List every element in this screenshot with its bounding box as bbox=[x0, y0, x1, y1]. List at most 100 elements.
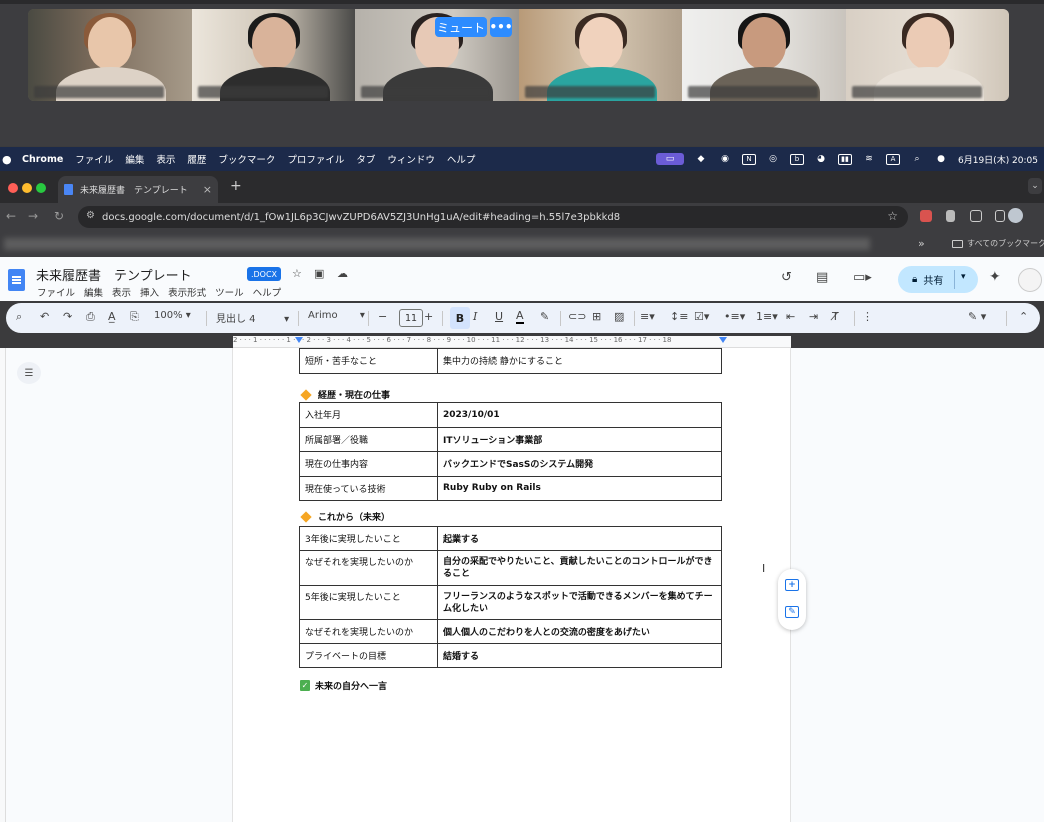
menu-file[interactable]: ファイル bbox=[75, 152, 113, 166]
document-title[interactable]: 未来履歴書 テンプレート bbox=[36, 265, 192, 284]
table-cell-value[interactable]: 起業する bbox=[437, 526, 722, 551]
check-circle-icon[interactable]: ◎ bbox=[766, 153, 780, 165]
participant-video-1[interactable] bbox=[28, 9, 192, 101]
minimize-window-icon[interactable] bbox=[22, 183, 32, 193]
site-info-icon[interactable]: ⚙ bbox=[86, 210, 95, 221]
extension-shield-icon[interactable] bbox=[920, 210, 932, 222]
n-app-icon[interactable]: N bbox=[742, 153, 756, 165]
meet-icon[interactable]: ▭▸ bbox=[853, 270, 872, 285]
table-cell-label[interactable]: 5年後に実現したいこと bbox=[299, 585, 438, 620]
italic-icon[interactable]: I bbox=[473, 310, 477, 323]
b-app-icon[interactable]: b bbox=[790, 153, 804, 165]
screen-share-icon[interactable]: ▭ bbox=[656, 153, 684, 165]
add-comment-float-icon[interactable]: + bbox=[785, 579, 799, 591]
star-icon[interactable]: ☆ bbox=[292, 267, 302, 280]
apple-icon[interactable]: ● bbox=[2, 153, 12, 166]
battery-icon[interactable]: ▮▮ bbox=[838, 153, 852, 165]
close-tab-icon[interactable]: × bbox=[203, 183, 212, 196]
table-cell-value[interactable]: 2023/10/01 bbox=[437, 402, 722, 428]
table-cell-label[interactable]: 現在の仕事内容 bbox=[299, 451, 438, 477]
table-cell-label[interactable]: プライベートの目標 bbox=[299, 643, 438, 668]
menu-history[interactable]: 履歴 bbox=[187, 152, 206, 166]
menu-window[interactable]: ウィンドウ bbox=[387, 152, 435, 166]
print-icon[interactable]: ⎙ bbox=[86, 310, 95, 324]
font-size-input[interactable]: 11 bbox=[399, 309, 423, 327]
move-folder-icon[interactable]: ▣ bbox=[314, 267, 324, 280]
section-heading-career[interactable]: 経歴・現在の仕事 bbox=[300, 388, 390, 401]
search-menus-icon[interactable]: ⌕ bbox=[16, 310, 22, 324]
docs-menu-view[interactable]: 表示 bbox=[112, 285, 131, 299]
table-cell-value[interactable]: 個人個人のこだわりを人との交流の密度をあげたい bbox=[437, 619, 722, 644]
table-cell-label[interactable]: なぜそれを実現したいのか bbox=[299, 550, 438, 586]
left-indent-marker-icon[interactable] bbox=[295, 337, 303, 343]
back-icon[interactable]: ← bbox=[6, 209, 16, 223]
wifi-icon[interactable]: ≋ bbox=[862, 153, 876, 165]
increase-font-size-icon[interactable]: + bbox=[424, 310, 433, 323]
checklist-icon[interactable]: ☑▾ bbox=[694, 310, 709, 323]
clock[interactable]: 6月19日(木) 20:05 bbox=[958, 153, 1038, 166]
table-cell-value[interactable]: 集中力の持続 静かにすること bbox=[437, 348, 722, 374]
participant-video-5[interactable] bbox=[682, 9, 846, 101]
clear-formatting-icon[interactable]: T̸ bbox=[832, 310, 839, 323]
font-select[interactable]: Arimo ▾ bbox=[308, 310, 365, 321]
bookmarks-overflow-icon[interactable]: » bbox=[918, 237, 925, 250]
spellcheck-icon[interactable]: A̲ bbox=[108, 310, 116, 323]
vertical-ruler[interactable] bbox=[0, 348, 6, 822]
table-cell-value[interactable]: バックエンドでSasSのシステム開発 bbox=[437, 451, 722, 477]
menu-edit[interactable]: 編集 bbox=[125, 152, 144, 166]
section-heading-message[interactable]: ✓ 未来の自分へ一言 bbox=[300, 679, 387, 692]
docs-logo-icon[interactable] bbox=[8, 269, 25, 291]
side-panel-icon[interactable] bbox=[995, 210, 1005, 222]
highlight-icon[interactable]: ✎ bbox=[540, 310, 549, 323]
cloud-status-icon[interactable]: ☁ bbox=[337, 267, 348, 280]
horizontal-ruler[interactable]: 2 · · · 1 · · · · · · 1 · · · 2 · · · 3 … bbox=[233, 336, 791, 348]
numbered-list-icon[interactable]: 1≡▾ bbox=[756, 310, 778, 323]
table-cell-value[interactable]: Ruby Ruby on Rails bbox=[437, 475, 722, 501]
more-options-icon[interactable]: ⋮ bbox=[862, 310, 873, 323]
gemini-sparkle-icon[interactable]: ✦ bbox=[989, 269, 1001, 285]
table-cell-label[interactable]: 短所・苦手なこと bbox=[299, 348, 438, 374]
share-button[interactable]: 🔒︎ 共有 ▾ bbox=[898, 266, 978, 293]
table-cell-label[interactable]: 所属部署／役職 bbox=[299, 426, 438, 452]
add-comment-icon[interactable]: ⊞ bbox=[592, 310, 601, 323]
insert-link-icon[interactable]: ⊂⊃ bbox=[568, 310, 586, 323]
comments-icon[interactable]: ▤ bbox=[816, 270, 828, 285]
align-icon[interactable]: ≡▾ bbox=[640, 310, 655, 323]
editing-mode-icon[interactable]: ✎ ▾ bbox=[968, 310, 986, 323]
browser-tab-active[interactable]: 未来履歴書 テンプレート × bbox=[58, 176, 218, 203]
docs-menu-edit[interactable]: 編集 bbox=[84, 285, 103, 299]
mute-participant-button[interactable]: ミュート bbox=[435, 17, 487, 37]
bulleted-list-icon[interactable]: •≡▾ bbox=[724, 310, 745, 323]
address-bar[interactable]: ⚙ docs.google.com/document/d/1_fOw1JL6p3… bbox=[78, 206, 908, 228]
style-select[interactable]: 見出し 4 ▾ bbox=[216, 310, 289, 325]
table-cell-value[interactable]: フリーランスのようなスポットで活動できるメンバーを集めてチーム化したい bbox=[437, 585, 722, 620]
input-source-icon[interactable]: A bbox=[886, 153, 900, 165]
table-cell-label[interactable]: 3年後に実現したいこと bbox=[299, 526, 438, 551]
suggest-edit-float-icon[interactable]: ✎ bbox=[785, 606, 799, 618]
docs-menu-help[interactable]: ヘルプ bbox=[253, 285, 282, 299]
right-indent-marker-icon[interactable] bbox=[719, 337, 727, 343]
docs-menu-file[interactable]: ファイル bbox=[37, 285, 75, 299]
app-menu[interactable]: Chrome bbox=[22, 154, 63, 165]
maximize-window-icon[interactable] bbox=[36, 183, 46, 193]
menu-help[interactable]: ヘルプ bbox=[447, 152, 476, 166]
menu-bookmarks[interactable]: ブックマーク bbox=[218, 152, 275, 166]
zoom-select[interactable]: 100% ▾ bbox=[154, 310, 191, 321]
table-cell-value[interactable]: ITソリューション事業部 bbox=[437, 426, 722, 452]
all-bookmarks-button[interactable]: すべてのブックマーク bbox=[952, 238, 1044, 249]
reload-icon[interactable]: ↻ bbox=[54, 209, 64, 223]
undo-icon[interactable]: ↶ bbox=[40, 310, 49, 323]
control-center-icon[interactable]: ● bbox=[934, 153, 948, 165]
table-cell-label[interactable]: なぜそれを実現したいのか bbox=[299, 619, 438, 644]
eye-icon[interactable]: ◉ bbox=[718, 153, 732, 165]
increase-indent-icon[interactable]: ⇥ bbox=[809, 310, 818, 323]
paint-format-icon[interactable]: ⎘ bbox=[130, 310, 139, 324]
menu-view[interactable]: 表示 bbox=[156, 152, 175, 166]
menu-tab[interactable]: タブ bbox=[356, 152, 375, 166]
participant-video-6[interactable] bbox=[845, 9, 1009, 101]
forward-icon[interactable]: → bbox=[28, 209, 38, 223]
bold-icon[interactable]: B bbox=[450, 307, 470, 329]
redo-icon[interactable]: ↷ bbox=[63, 310, 72, 323]
text-color-icon[interactable]: A bbox=[516, 310, 524, 324]
extension-doc-icon[interactable] bbox=[946, 210, 955, 222]
